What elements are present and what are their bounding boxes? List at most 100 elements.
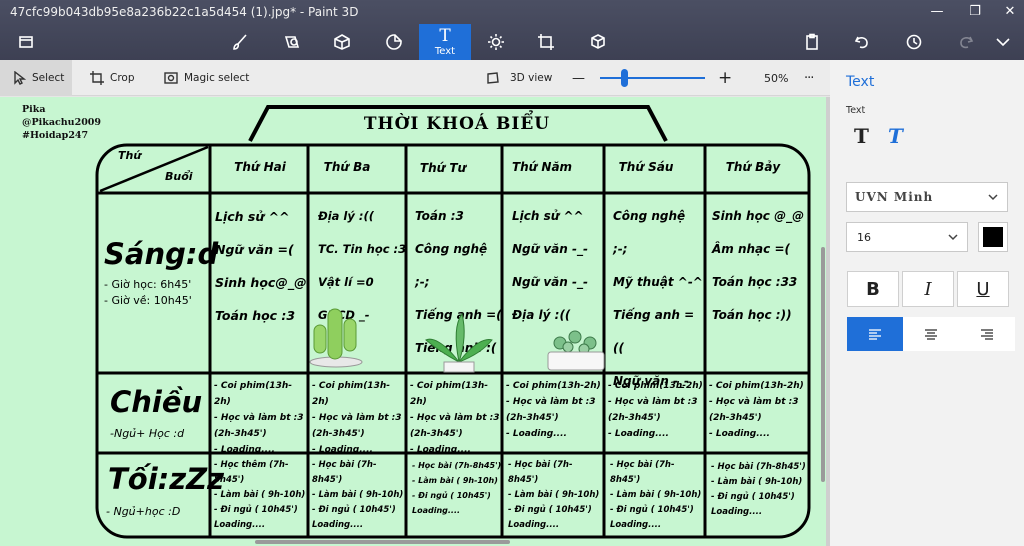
paint3d-window: 47cfc99b043db95e8a236b22c1a5d454 (1).jpg…: [0, 0, 1024, 546]
bold-button[interactable]: B: [847, 271, 899, 307]
2d-shapes-tool[interactable]: [266, 24, 318, 60]
align-right-button[interactable]: [959, 317, 1015, 351]
corner-label-session: Buổi: [165, 170, 193, 183]
subject: Toán học :33: [712, 275, 798, 289]
text-tool[interactable]: T Text: [419, 24, 471, 60]
activity: - Học bài (7h-8h45'): [610, 460, 675, 485]
more-options-button[interactable]: ···: [804, 60, 814, 96]
plain-text-icon[interactable]: T: [854, 124, 869, 148]
activity: - Làm bài ( 9h-10h): [711, 477, 803, 487]
expand-menu-button[interactable]: [982, 24, 1024, 60]
align-left-button[interactable]: [847, 317, 903, 351]
activity: - Làm bài ( 9h-10h): [214, 490, 306, 500]
restore-button[interactable]: ❐: [960, 3, 990, 21]
selection-toolbar: Select Crop Magic select 3D view — + 50%…: [0, 60, 830, 96]
activity: - Đi ngủ ( 10h45'): [312, 505, 396, 515]
activity: Loading....: [610, 520, 662, 530]
session-morning: Sáng:d: [104, 237, 219, 271]
underline-button[interactable]: U: [957, 271, 1009, 307]
3d-shapes-tool[interactable]: [316, 24, 368, 60]
zoom-slider-track[interactable]: [600, 77, 705, 79]
activity: Loading....: [412, 506, 461, 515]
font-family-value: UVN Minh: [855, 190, 934, 204]
leaf-plant-sticker[interactable]: [424, 312, 494, 374]
zoom-level[interactable]: 50%: [764, 60, 788, 96]
font-size-value: 16: [857, 230, 871, 244]
zoom-out-button[interactable]: —: [572, 60, 585, 96]
subject: Công nghệ ;-;: [613, 209, 686, 256]
history-button[interactable]: [888, 24, 940, 60]
menu-button[interactable]: [0, 24, 52, 60]
activity: - Học bài (7h-8h45'): [508, 460, 573, 485]
select-button[interactable]: Select: [0, 60, 72, 96]
font-size-dropdown[interactable]: 16: [846, 222, 968, 252]
3d-shapes-icon: [334, 34, 350, 50]
redo-icon: [960, 36, 974, 49]
activity: - Coi phim(13h-2h): [214, 381, 292, 407]
day-header: Thứ Hai: [234, 160, 286, 174]
window-title: 47cfc99b043db95e8a236b22c1a5d454 (1).jpg…: [10, 5, 359, 19]
subject: Địa lý :((: [318, 209, 374, 223]
stickers-icon: [386, 34, 402, 50]
zoom-slider-thumb[interactable]: [621, 69, 628, 87]
stickers-tool[interactable]: [368, 24, 420, 60]
3d-library-tool[interactable]: [572, 24, 624, 60]
session-note: -Ngủ+ Học :d: [110, 427, 185, 440]
subject: Ngữ văn -_-: [512, 275, 588, 289]
canvas-area[interactable]: Pika @Pikachu2009 #Hoidap247 THỜI KHOÁ B: [0, 97, 830, 546]
activity: Loading....: [711, 507, 763, 517]
activity: - Đi ngủ ( 10h45'): [214, 505, 298, 515]
activity: - Làm bài ( 9h-10h): [312, 490, 404, 500]
font-family-dropdown[interactable]: UVN Minh: [846, 182, 1008, 212]
activity: - Học và làm bt :3: [506, 397, 596, 407]
canvas-image[interactable]: Pika @Pikachu2009 #Hoidap247 THỜI KHOÁ B: [0, 97, 826, 546]
activity: (2h-3h45'): [506, 413, 559, 423]
3d-text-icon[interactable]: T: [888, 124, 903, 148]
cactus-sticker[interactable]: [306, 299, 366, 369]
day-header: Thứ Năm: [511, 160, 573, 174]
afternoon-cell-sat: - Coi phim(13h-2h) - Học và làm bt :3 (2…: [709, 378, 807, 442]
activity: - Coi phim(13h-2h): [506, 381, 601, 391]
activity: - Coi phim(13h-2h): [312, 381, 390, 407]
subject: Toán học :3: [215, 308, 296, 323]
evening-cell-sat: - Học bài (7h-8h45') - Làm bài ( 9h-10h)…: [711, 460, 807, 520]
activity: - Loading....: [506, 429, 567, 439]
vertical-scrollbar[interactable]: [821, 247, 825, 482]
align-center-button[interactable]: [903, 317, 959, 351]
zoom-in-button[interactable]: +: [718, 60, 732, 96]
text-properties-panel: Text Text T T UVN Minh 16 B I U: [830, 60, 1024, 546]
history-icon: [906, 34, 922, 50]
subject: Ngữ văn =(: [215, 242, 294, 257]
italic-button[interactable]: I: [902, 271, 954, 307]
menu-icon: [19, 36, 33, 48]
activity: - Đi ngủ ( 10h45'): [610, 505, 694, 515]
activity: - Học và làm bt :3: [608, 397, 698, 407]
effects-tool[interactable]: [470, 24, 522, 60]
corner-label-day: Thứ: [118, 149, 142, 162]
afternoon-cell-tue: - Coi phim(13h-2h) - Học và làm bt :3 (2…: [312, 378, 406, 458]
paste-button[interactable]: [786, 24, 838, 60]
activity: - Học thêm (7h-8h45'): [214, 460, 289, 485]
crop-button[interactable]: Crop: [90, 60, 135, 96]
3d-library-icon: [591, 34, 605, 49]
select-label: Select: [32, 72, 65, 84]
succulent-sticker[interactable]: [540, 325, 610, 375]
minimize-button[interactable]: —: [922, 3, 952, 21]
canvas-tool[interactable]: [520, 24, 572, 60]
magic-select-button[interactable]: Magic select: [164, 60, 249, 96]
text-color-picker[interactable]: [978, 222, 1008, 252]
activity: Loading....: [214, 520, 266, 530]
crop-label: Crop: [110, 72, 135, 84]
evening-cell-wed: - Học bài (7h-8h45') - Làm bài ( 9h-10h)…: [412, 458, 502, 518]
close-button[interactable]: ✕: [995, 3, 1024, 21]
activity: - Loading....: [410, 445, 471, 455]
cursor-icon: [14, 71, 26, 85]
paste-icon: [806, 33, 818, 50]
undo-button[interactable]: [836, 24, 888, 60]
activity: - Đi ngủ ( 10h45'): [412, 491, 491, 500]
evening-cell-fri: - Học bài (7h-8h45') - Làm bài ( 9h-10h)…: [610, 458, 704, 533]
horizontal-scrollbar[interactable]: [255, 540, 510, 544]
brushes-tool[interactable]: [214, 24, 266, 60]
3d-view-button[interactable]: 3D view: [486, 60, 552, 96]
activity: - Loading....: [608, 429, 669, 439]
